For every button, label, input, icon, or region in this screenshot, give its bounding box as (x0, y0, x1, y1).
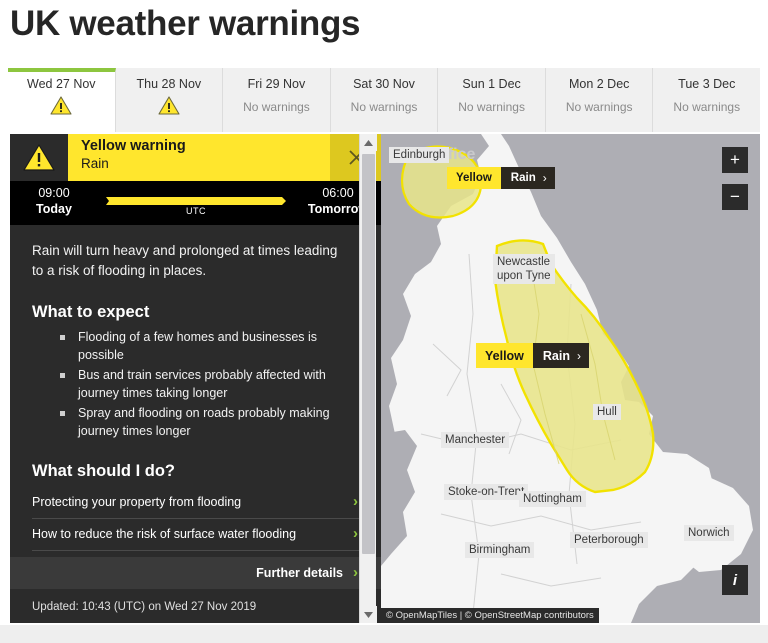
map-canvas (381, 134, 760, 623)
tab-day-2[interactable]: Fri 29 Nov No warnings (223, 68, 331, 132)
list-item: Flooding of a few homes and businesses i… (60, 328, 360, 364)
warning-level-title: Yellow warning (81, 138, 186, 154)
what-should-i-do-heading: What should I do? (32, 462, 175, 480)
warning-badge-north[interactable]: Yellow Rain › (447, 167, 555, 189)
caret-down-icon (364, 611, 373, 618)
warning-type: Rain (81, 156, 109, 171)
warning-body: Rain will turn heavy and prolonged at ti… (10, 241, 382, 623)
tab-day-5-status: No warnings (565, 100, 633, 114)
warning-badge-type-label: Rain (542, 348, 570, 363)
map-info-button[interactable]: i (722, 565, 748, 595)
warning-badge-type: Rain › (500, 167, 555, 189)
city-label-norwich: Norwich (684, 525, 734, 541)
what-to-expect-heading: What to expect (32, 303, 150, 321)
warning-badge-type-label: Rain (510, 172, 536, 184)
tab-day-6-status: No warnings (673, 100, 741, 114)
tab-day-4-label: Sun 1 Dec (462, 77, 521, 91)
tab-day-5[interactable]: Mon 2 Dec No warnings (545, 68, 654, 132)
further-details-label: Further details (256, 565, 343, 580)
city-label-nottingham: Nottingham (519, 491, 586, 507)
list-item: Bus and train services probably affected… (60, 366, 360, 402)
updated-timestamp: Updated: 10:43 (UTC) on Wed 27 Nov 2019 (32, 601, 257, 613)
warning-map[interactable]: + − i © OpenMapTiles | © OpenStreetMap c… (381, 134, 760, 623)
city-label-stoke-on-trent: Stoke-on-Trent (444, 484, 529, 500)
tab-day-6-label: Tue 3 Dec (678, 77, 736, 91)
chevron-right-icon: › (577, 348, 581, 363)
warning-timeline: 09:00 Today UTC 06:00 Tomorrow (10, 181, 382, 225)
panel-scrollbar[interactable] (359, 134, 377, 623)
city-label-birmingham: Birmingham (465, 542, 535, 558)
city-label-hull: Hull (593, 404, 621, 420)
scrollbar-thumb[interactable] (362, 154, 375, 554)
warning-badge-type: Rain › (532, 343, 589, 368)
further-details-button[interactable]: Further details › (10, 557, 382, 589)
tab-day-0[interactable]: Wed 27 Nov (8, 68, 116, 132)
warning-triangle-icon (23, 144, 55, 171)
map-attribution: © OpenMapTiles | © OpenStreetMap contrib… (381, 608, 599, 623)
city-label-edinburgh: Edinburgh (389, 147, 450, 163)
chevron-right-icon: › (542, 171, 547, 185)
tab-day-2-status: No warnings (243, 100, 310, 114)
tab-day-3[interactable]: Sat 30 Nov No warnings (330, 68, 439, 132)
map-zoom-out-button[interactable]: − (722, 184, 748, 210)
page-title: UK weather warnings (10, 4, 361, 43)
advice-link-label: How to reduce the risk of surface water … (32, 526, 297, 541)
tab-day-3-label: Sat 30 Nov (353, 77, 415, 91)
caret-up-icon (364, 139, 373, 146)
warning-triangle-icon (158, 96, 180, 115)
scroll-down-button[interactable] (360, 606, 377, 623)
tab-day-2-label: Fri 29 Nov (247, 77, 306, 91)
tab-day-0-label: Wed 27 Nov (27, 77, 96, 91)
advice-link-surface-water[interactable]: How to reduce the risk of surface water … (32, 519, 360, 551)
warning-detail-panel: Yellow warning Rain 09:00 Today UTC 06:0… (10, 134, 382, 623)
advice-link-protecting-property[interactable]: Protecting your property from flooding › (32, 487, 360, 519)
warning-badge-level: Yellow (447, 167, 501, 189)
map-zoom-in-button[interactable]: + (722, 147, 748, 173)
warning-intro-text: Rain will turn heavy and prolonged at ti… (32, 243, 338, 278)
day-tabs: Wed 27 Nov Thu 28 Nov Fri 29 Nov No warn… (8, 68, 761, 132)
city-label-peterborough: Peterborough (570, 532, 648, 548)
warning-header-text: Yellow warning Rain (68, 134, 330, 181)
warning-triangle-icon (50, 96, 72, 115)
tab-day-4[interactable]: Sun 1 Dec No warnings (438, 68, 546, 132)
timeline-bar (106, 192, 286, 205)
city-label-line-2: upon Tyne (497, 270, 551, 282)
page-bottom-strip (0, 625, 768, 643)
tab-day-1[interactable]: Thu 28 Nov (115, 68, 224, 132)
timeline-start-time: 09:00 (38, 186, 70, 200)
scroll-up-button[interactable] (360, 134, 377, 151)
timeline-arrow-icon (106, 197, 286, 205)
tab-day-5-label: Mon 2 Dec (568, 77, 630, 91)
list-item: Spray and flooding on roads probably mak… (60, 404, 360, 440)
tab-day-3-status: No warnings (350, 100, 418, 114)
warning-icon-box (10, 134, 68, 181)
advice-link-label: Protecting your property from flooding (32, 494, 242, 509)
what-to-expect-list: Flooding of a few homes and businesses i… (32, 328, 360, 440)
warning-badge-level: Yellow (476, 343, 533, 368)
city-label-manchester: Manchester (441, 432, 510, 448)
city-label-line-1: Newcastle (497, 256, 551, 268)
warning-badge-main[interactable]: Yellow Rain › (476, 343, 589, 368)
warning-panel-header: Yellow warning Rain (10, 134, 382, 181)
uk-weather-warnings-page: UK weather warnings Wed 27 Nov Thu 28 No… (0, 0, 768, 643)
city-label-newcastle-upon-tyne: Newcastle upon Tyne (493, 254, 555, 284)
tab-day-6[interactable]: Tue 3 Dec No warnings (653, 68, 761, 132)
tab-day-1-label: Thu 28 Nov (136, 77, 202, 91)
tab-day-4-status: No warnings (458, 100, 525, 114)
